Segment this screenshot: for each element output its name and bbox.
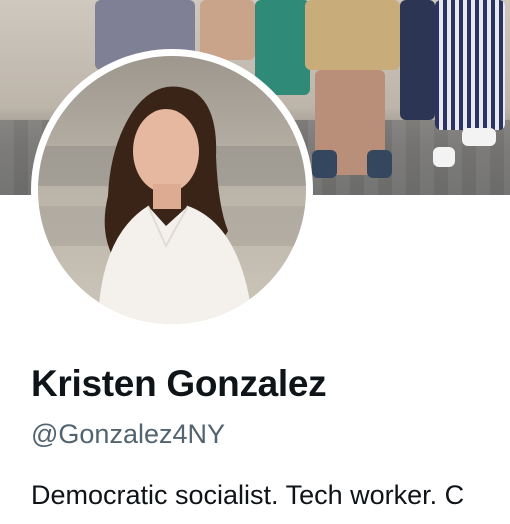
banner-shoe-4 bbox=[462, 128, 496, 146]
banner-person-6 bbox=[435, 0, 505, 130]
banner-shoe-2 bbox=[367, 150, 392, 178]
banner-person-5 bbox=[400, 0, 435, 120]
banner-shoe-3 bbox=[433, 147, 455, 167]
banner-shoe-1 bbox=[312, 150, 337, 178]
banner-person-3 bbox=[255, 0, 310, 95]
banner-person-2 bbox=[200, 0, 255, 60]
profile-display-name: Kristen Gonzalez bbox=[31, 363, 327, 404]
profile-bio: Democratic socialist. Tech worker. C bbox=[31, 480, 465, 510]
avatar-portrait-illustration bbox=[38, 86, 306, 324]
banner-person-4 bbox=[305, 0, 400, 70]
profile-handle: @Gonzalez4NY bbox=[31, 419, 225, 449]
profile-avatar[interactable] bbox=[38, 56, 306, 324]
